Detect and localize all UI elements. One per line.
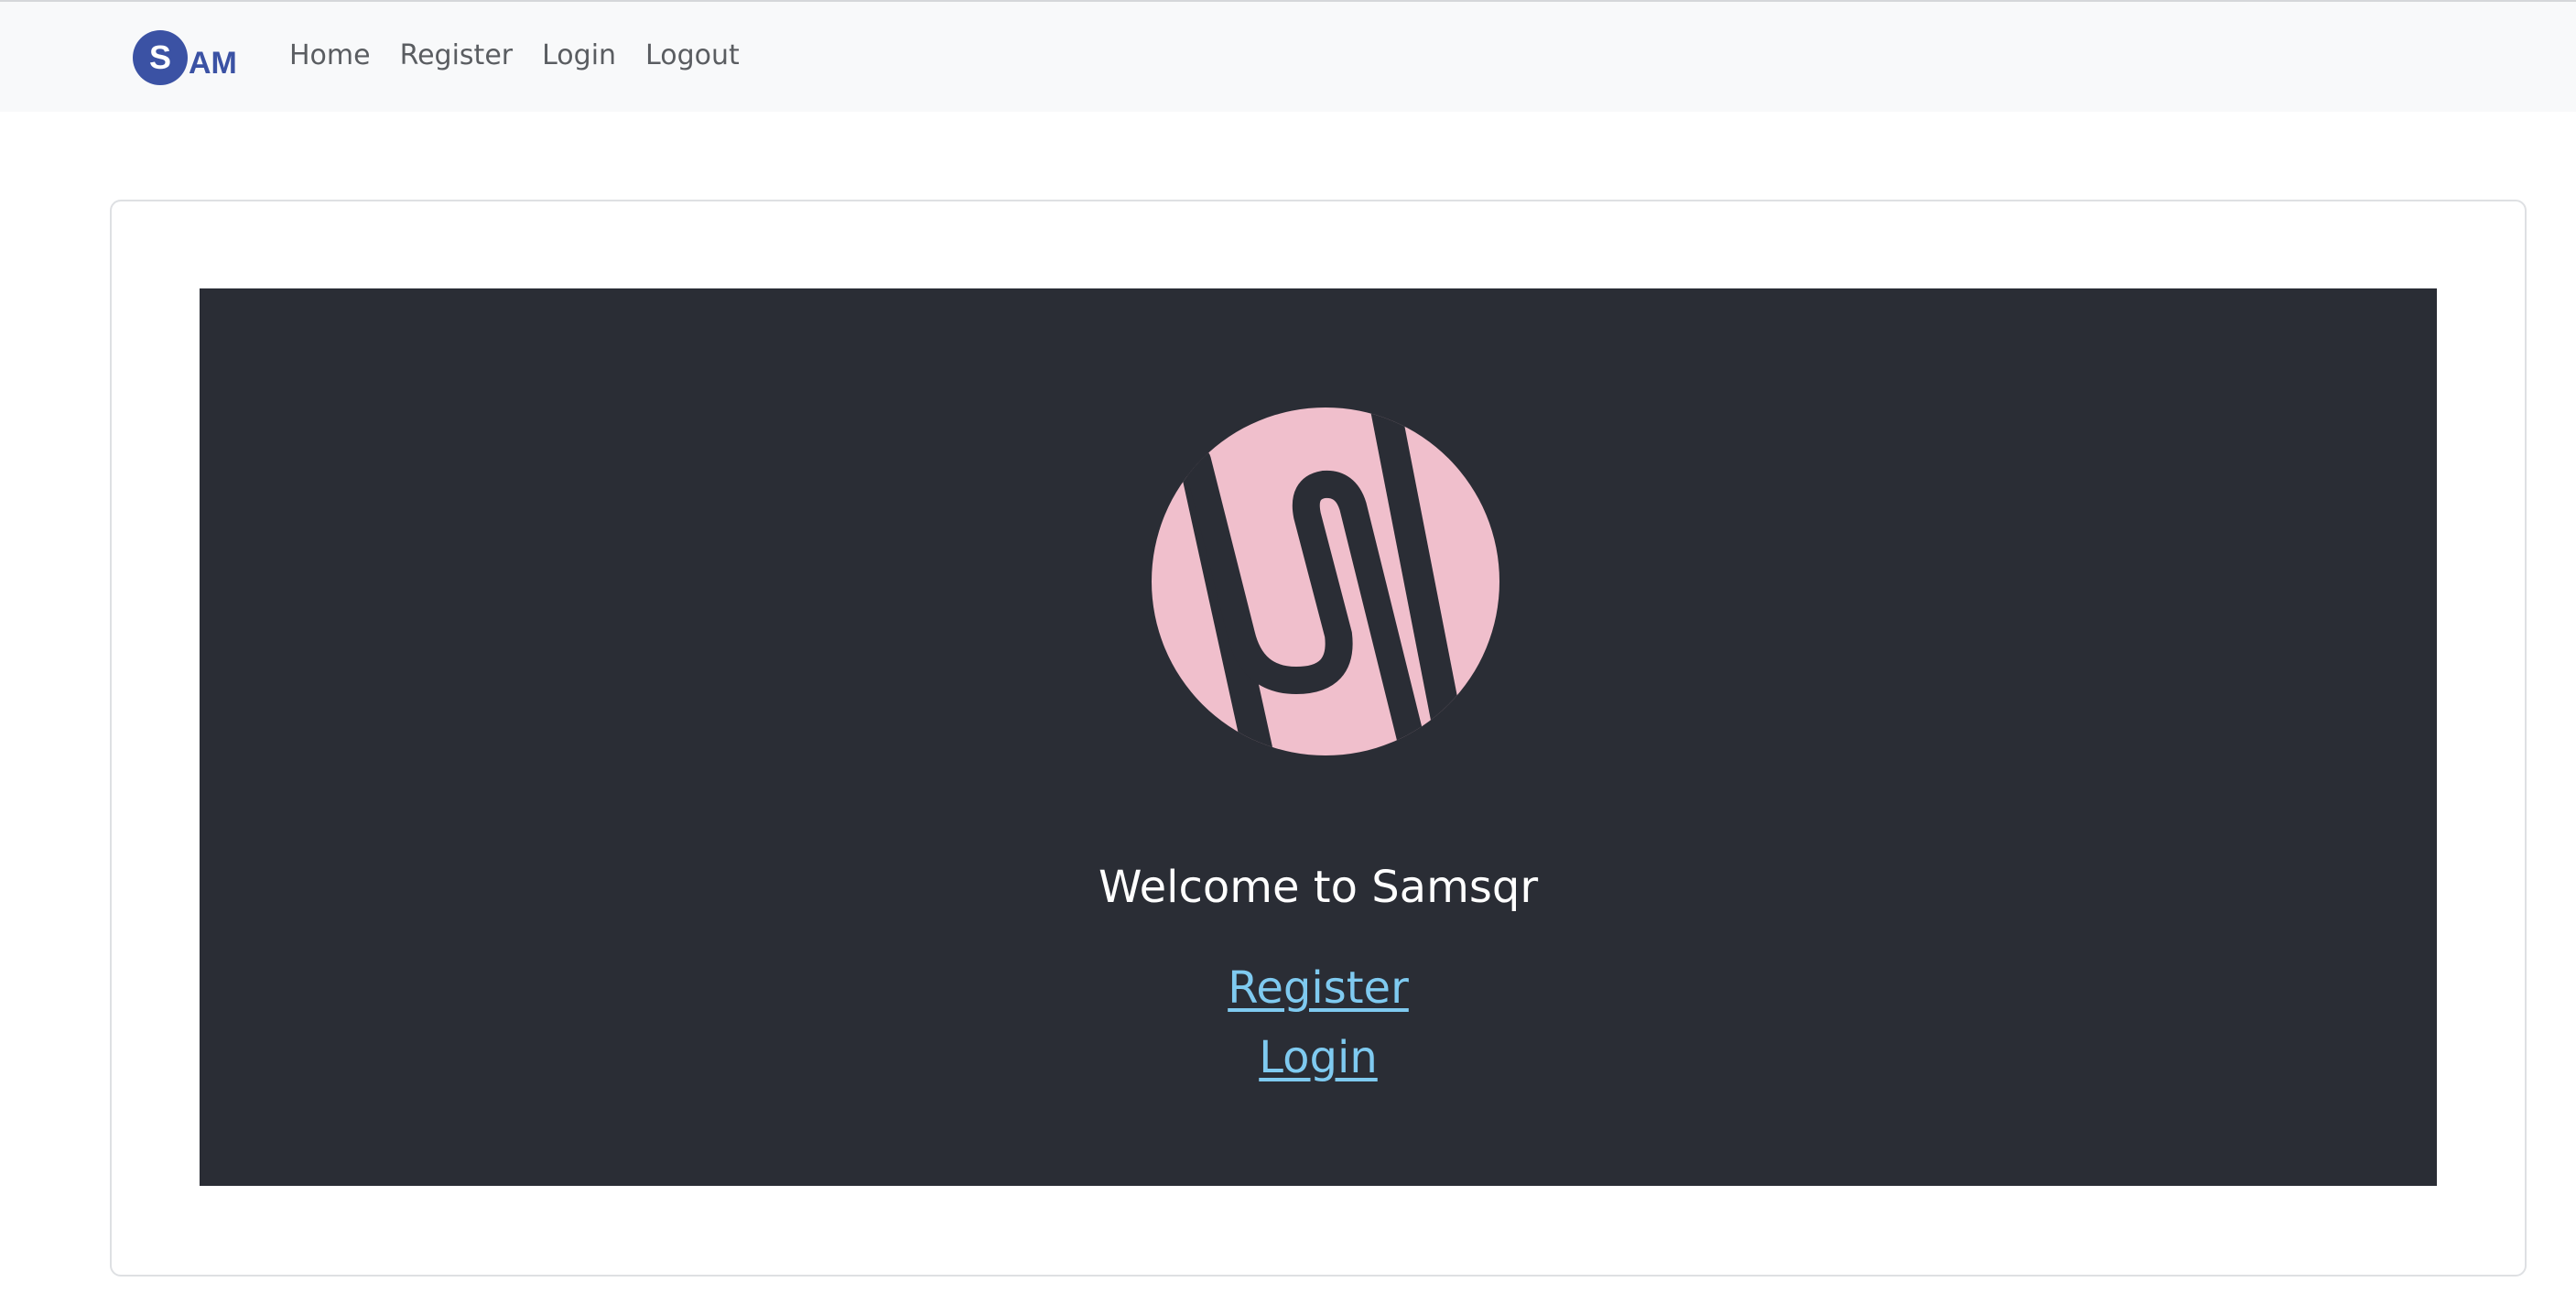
register-link-row: Register <box>200 966 2437 1010</box>
welcome-heading: Welcome to Samsqr <box>1098 862 1539 913</box>
samsqr-s-logo-icon <box>1152 407 1499 755</box>
hero-panel: Welcome to Samsqr Register Login <box>200 288 2437 1186</box>
nav-register-link[interactable]: Register <box>400 42 514 73</box>
brand-logo-text: AM <box>189 46 237 81</box>
login-link-row: Login <box>200 1036 2437 1080</box>
nav-links: Home Register Login Logout <box>289 2 769 114</box>
nav-login-link[interactable]: Login <box>542 42 616 73</box>
brand-logo-letter: S <box>149 38 171 76</box>
top-navbar: S AM Home Register Login Logout <box>0 0 2576 112</box>
hero-register-link[interactable]: Register <box>1228 962 1409 1014</box>
nav-logout-link[interactable]: Logout <box>645 42 740 73</box>
hero-login-link[interactable]: Login <box>1259 1032 1378 1083</box>
brand-logo[interactable]: S AM <box>132 29 247 86</box>
nav-home-link[interactable]: Home <box>289 42 371 73</box>
